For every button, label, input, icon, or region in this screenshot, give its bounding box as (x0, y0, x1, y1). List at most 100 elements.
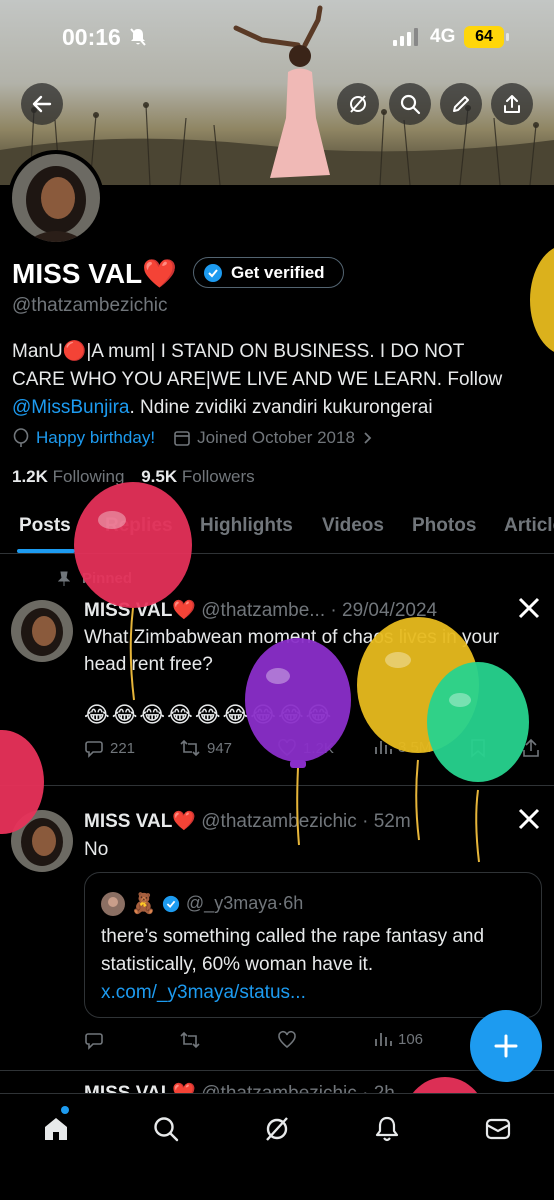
profile-meta: Happy birthday! Joined October 2018 (12, 428, 373, 448)
like-button[interactable]: 1.2K (277, 738, 334, 758)
post-emojis: 😂😂😂😂😂😂😂😂😂 (84, 702, 334, 727)
view-count: 106 (398, 1030, 424, 1048)
search-icon (154, 1117, 179, 1142)
balloon-icon (13, 428, 29, 447)
battery-indicator: 64 (464, 26, 504, 48)
bookmark-button[interactable] (470, 738, 486, 758)
reply-icon (85, 1033, 103, 1050)
post-divider (0, 785, 554, 786)
reply-button[interactable] (84, 1030, 104, 1050)
bookmark-icon (471, 739, 485, 758)
birthday-text[interactable]: Happy birthday! (36, 428, 155, 448)
profile-bio: ManU🔴|A mum| I STAND ON BUSINESS. I DO N… (12, 338, 512, 422)
post-avatar[interactable] (11, 810, 73, 872)
followers-link[interactable]: 9.5K Followers (141, 467, 254, 486)
active-tab-indicator (17, 549, 75, 553)
tab-articles[interactable]: Articles (504, 515, 554, 537)
bio-mention-link[interactable]: @MissBunjira (12, 397, 129, 418)
quote-avatar (101, 891, 125, 916)
compose-post-button[interactable] (470, 1010, 542, 1082)
plus-icon (494, 1034, 518, 1058)
avatar-photo (12, 154, 100, 242)
balloon-yellow-edge (530, 248, 554, 352)
like-count: 1.2K (303, 739, 334, 757)
home-icon (45, 1118, 67, 1140)
repost-icon (180, 1031, 200, 1049)
post-handle: @thatzambe... (201, 600, 326, 621)
post-author[interactable]: MISS VAL❤️ (84, 1083, 196, 1093)
tab-highlights[interactable]: Highlights (200, 515, 293, 537)
nav-search[interactable] (149, 1112, 183, 1146)
repost-icon (180, 739, 200, 757)
followers-label: Followers (181, 467, 255, 486)
x-logo-icon (518, 597, 540, 619)
share-icon (523, 738, 539, 757)
post-time: 2h (374, 1083, 395, 1093)
heart-icon (278, 1030, 296, 1049)
nav-notifications[interactable] (370, 1112, 404, 1146)
views-button[interactable]: 106 (374, 1030, 423, 1048)
profile-tabs: Posts Replies Highlights Videos Photos A… (0, 503, 554, 554)
profile-avatar[interactable] (8, 150, 104, 246)
mail-icon (485, 1118, 511, 1140)
nav-messages[interactable] (481, 1112, 515, 1146)
verified-badge-icon (204, 263, 222, 282)
like-button[interactable] (277, 1030, 297, 1050)
tab-posts[interactable]: Posts (19, 515, 71, 537)
post-share-button[interactable] (522, 738, 540, 758)
nav-grok[interactable] (260, 1112, 294, 1146)
reply-icon (85, 741, 103, 758)
search-icon (400, 94, 421, 115)
quote-text: there’s something called the rape fantas… (101, 923, 531, 1007)
view-count: 3.5M (398, 738, 432, 756)
post-text: What Zimbabwean moment of chaos lives in… (84, 627, 500, 675)
quote-time: 6h (283, 893, 304, 913)
nav-home[interactable] (39, 1112, 73, 1146)
status-time: 00:16 (62, 24, 121, 50)
post-handle: @thatzambezichic (201, 811, 357, 832)
joined-date: Joined October 2018 (197, 428, 355, 447)
post-header: MISS VAL❤️ @thatzambezichic · 52m (84, 811, 411, 832)
post-avatar[interactable] (11, 600, 73, 662)
reply-count: 221 (110, 739, 136, 757)
grok-button[interactable] (337, 83, 379, 125)
post-text: No (84, 839, 109, 860)
pinned-indicator: Pinned (58, 570, 132, 587)
get-verified-label: Get verified (231, 262, 325, 282)
chevron-right-icon[interactable] (363, 431, 373, 445)
edit-button[interactable] (440, 83, 482, 125)
grok-icon (266, 1117, 288, 1141)
heart-icon (278, 738, 296, 757)
follow-stats: 1.2K Following 9.5K Followers (12, 467, 255, 487)
tab-photos[interactable]: Photos (412, 515, 476, 537)
repost-button[interactable]: 947 (179, 738, 232, 758)
following-label: Following (52, 467, 125, 486)
silent-bell-icon (128, 27, 148, 52)
bio-text-2: . Ndine zvidiki zvandiri kukurongerai (129, 397, 433, 418)
post-header: MISS VAL❤️ @thatzambe... · 29/04/2024 (84, 600, 438, 621)
following-count: 1.2K (12, 467, 48, 486)
following-link[interactable]: 1.2K Following (12, 467, 124, 486)
quote-link[interactable]: x.com/_y3maya/status... (101, 982, 306, 1003)
verified-badge-icon (162, 895, 180, 912)
tab-replies[interactable]: Replies (105, 515, 173, 537)
x-logo-icon (518, 808, 540, 830)
quoted-post[interactable]: 🧸 @_y3maya · 6h there’s something called t… (84, 872, 542, 1018)
reply-button[interactable]: 221 (84, 738, 135, 758)
share-button[interactable] (491, 83, 533, 125)
back-button[interactable] (21, 83, 63, 125)
bell-icon (375, 1116, 399, 1142)
get-verified-button[interactable]: Get verified (193, 257, 344, 288)
repost-button[interactable] (179, 1030, 201, 1050)
post-handle: @thatzambezichic (201, 1083, 357, 1093)
calendar-icon (174, 431, 190, 446)
search-button[interactable] (389, 83, 431, 125)
post-author[interactable]: MISS VAL❤️ (84, 600, 196, 621)
post-actions: 221 947 1.2K 3.5M (84, 738, 544, 762)
followers-count: 9.5K (141, 467, 178, 486)
views-button[interactable]: 3.5M (374, 738, 431, 756)
post-author[interactable]: MISS VAL❤️ (84, 811, 196, 832)
views-icon (375, 1033, 392, 1046)
avatar-photo (11, 600, 73, 662)
tab-videos[interactable]: Videos (322, 515, 384, 537)
